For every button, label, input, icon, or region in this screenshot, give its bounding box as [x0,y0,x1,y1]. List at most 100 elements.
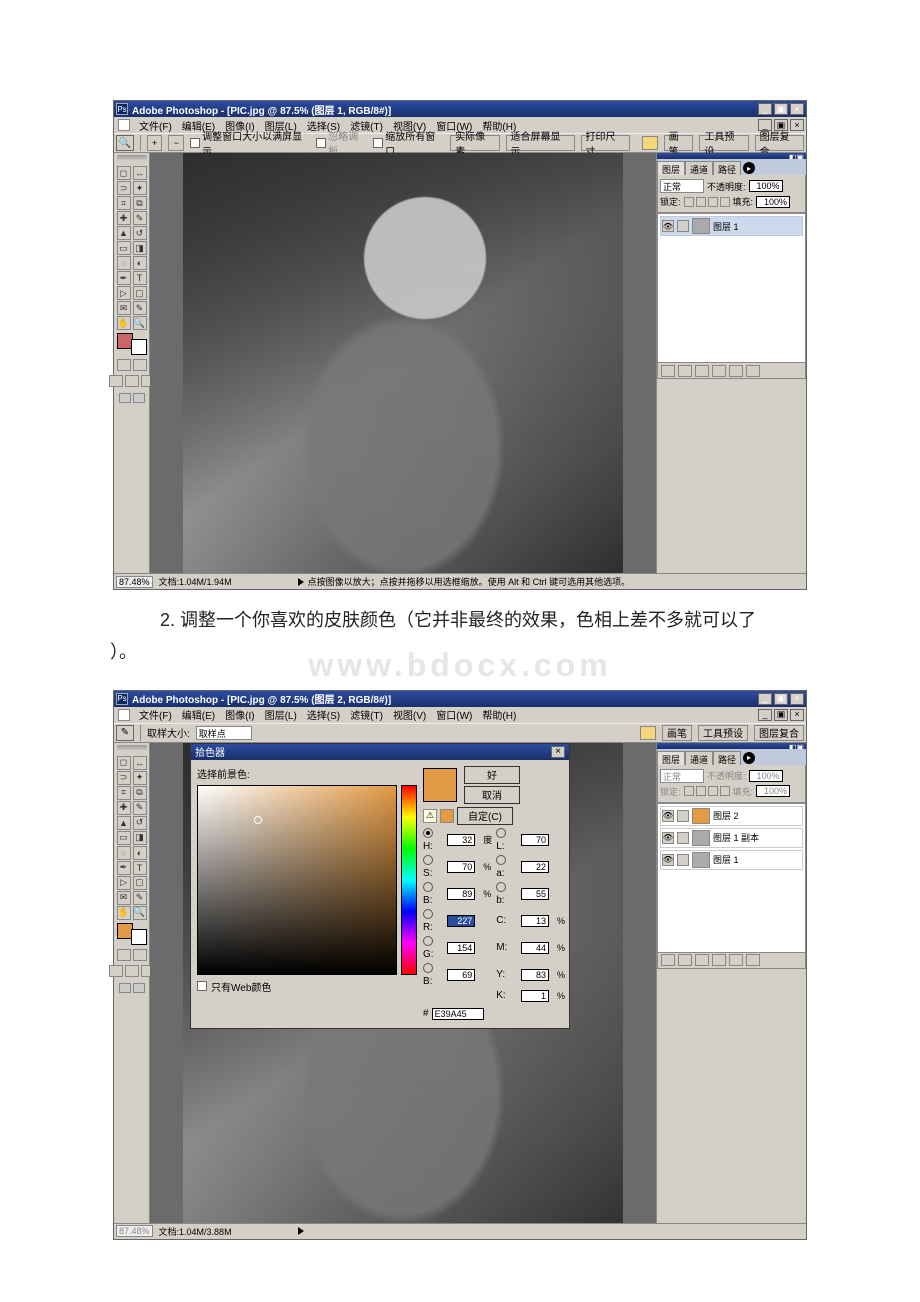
close-button[interactable]: × [790,693,804,705]
move-tool-icon[interactable]: ↔ [133,756,147,770]
menu-edit[interactable]: 编辑(E) [179,707,218,722]
radio-s[interactable] [423,855,433,865]
wand-tool-icon[interactable]: ✦ [133,771,147,785]
color-field[interactable] [197,785,397,975]
screenmode-2-icon[interactable] [125,965,139,977]
adjust-button[interactable] [712,954,726,966]
fill-input[interactable]: 100% [756,785,790,797]
mask-button[interactable] [678,954,692,966]
well-tab-layercomps[interactable]: 图层复合 [755,135,804,151]
gradient-tool-icon[interactable]: ◨ [133,831,147,845]
type-tool-icon[interactable]: T [133,861,147,875]
layer-name[interactable]: 图层 1 副本 [713,831,759,844]
layer-name[interactable]: 图层 1 [713,853,739,866]
ok-button[interactable]: 好 [464,766,520,784]
well-tab-brushes[interactable]: 画笔 [664,135,694,151]
panel-tab-paths[interactable]: 路径 [713,161,741,175]
lasso-tool-icon[interactable]: ⊃ [117,181,131,195]
radio-g[interactable] [423,936,433,946]
a-input[interactable]: 22 [521,861,549,873]
maximize-button[interactable]: ▣ [774,103,788,115]
well-tab-toolpresets[interactable]: 工具预设 [699,135,748,151]
r-input[interactable]: 227 [447,915,475,927]
lasso-tool-icon[interactable]: ⊃ [117,771,131,785]
quickmask-mode-icon[interactable] [133,359,147,371]
lock-all-icon[interactable] [720,197,730,207]
bc-input[interactable]: 69 [447,969,475,981]
cancel-button[interactable]: 取消 [464,786,520,804]
doc-minimize-button[interactable]: _ [758,709,772,721]
background-swatch[interactable] [131,929,147,945]
lock-position-icon[interactable] [708,786,718,796]
visibility-icon[interactable]: 👁 [662,220,674,232]
c-input[interactable]: 13 [521,915,549,927]
stamp-tool-icon[interactable]: ▲ [117,226,131,240]
g-input[interactable]: 154 [447,942,475,954]
marquee-tool-icon[interactable]: ◻ [117,166,131,180]
screenmode-1-icon[interactable] [109,375,123,387]
layer-name[interactable]: 图层 1 [713,220,739,233]
type-tool-icon[interactable]: T [133,271,147,285]
canvas[interactable]: 拾色器 × 选择前景色: 只有Web颜色 [150,743,656,1223]
toolbox-grip[interactable] [117,155,147,165]
menu-image[interactable]: 图像(I) [222,707,257,722]
folder-button[interactable] [695,365,709,377]
menu-window[interactable]: 窗口(W) [433,707,475,722]
heal-tool-icon[interactable]: ✚ [117,801,131,815]
jump-to-icon[interactable] [119,983,131,993]
well-tab-layercomps[interactable]: 图层复合 [754,725,804,741]
color-swatches[interactable] [117,923,147,945]
adjust-button[interactable] [712,365,726,377]
trash-button[interactable] [746,954,760,966]
doc-restore-button[interactable]: ▣ [774,709,788,721]
radio-bv[interactable] [423,882,433,892]
menu-view[interactable]: 视图(V) [390,707,429,722]
palette-well-icon[interactable] [642,136,658,150]
hex-input[interactable]: E39A45 [432,1008,484,1020]
only-web-checkbox[interactable]: 只有Web颜色 [197,979,417,994]
new-layer-button[interactable] [729,365,743,377]
y-input[interactable]: 83 [521,969,549,981]
background-swatch[interactable] [131,339,147,355]
fx-button[interactable] [661,365,675,377]
panel-tab-paths[interactable]: 路径 [713,751,741,765]
panel-tab-channels[interactable]: 通道 [685,751,713,765]
close-button[interactable]: × [790,103,804,115]
well-tab-toolpresets[interactable]: 工具预设 [698,725,748,741]
opacity-input[interactable]: 100% [749,770,783,782]
jump-arrow-icon[interactable] [133,983,145,993]
layer-row[interactable]: 👁 图层 1 副本 [660,828,803,848]
radio-bc[interactable] [423,963,433,973]
s-input[interactable]: 70 [447,861,475,873]
layer-row[interactable]: 👁 图层 1 [660,216,803,236]
slice-tool-icon[interactable]: ⧉ [133,786,147,800]
layer-row[interactable]: 👁 图层 2 [660,806,803,826]
minimize-button[interactable]: _ [758,103,772,115]
blur-tool-icon[interactable]: ◌ [117,846,131,860]
pen-tool-icon[interactable]: ▷ [117,286,131,300]
quickmask-mode-icon[interactable] [133,949,147,961]
new-layer-button[interactable] [729,954,743,966]
tool-preset-button[interactable]: ✎ [116,725,134,741]
link-icon[interactable] [677,220,689,232]
lock-position-icon[interactable] [708,197,718,207]
h-input[interactable]: 32 [447,834,475,846]
panel-tab-channels[interactable]: 通道 [685,161,713,175]
lock-image-icon[interactable] [696,197,706,207]
hand-tool-icon[interactable]: ✋ [117,316,131,330]
gradient-tool-icon[interactable]: ◨ [133,241,147,255]
standard-mode-icon[interactable] [117,949,131,961]
eyedropper-tool-icon[interactable]: ✎ [133,301,147,315]
bb-input[interactable]: 55 [521,888,549,900]
zoom-field[interactable]: 87.48% [116,576,153,588]
panel-tab-layers[interactable]: 图层 [657,751,685,765]
eraser-tool-icon[interactable]: ▭ [117,831,131,845]
history-brush-icon[interactable]: ↺ [133,816,147,830]
color-cursor[interactable] [254,816,262,824]
crop-tool-icon[interactable]: ⌗ [117,196,131,210]
visibility-icon[interactable]: 👁 [662,832,674,844]
tool-preset-button[interactable]: 🔍 [116,135,134,151]
jump-arrow-icon[interactable] [133,393,145,403]
color-swatches[interactable] [117,333,147,355]
wand-tool-icon[interactable]: ✦ [133,181,147,195]
